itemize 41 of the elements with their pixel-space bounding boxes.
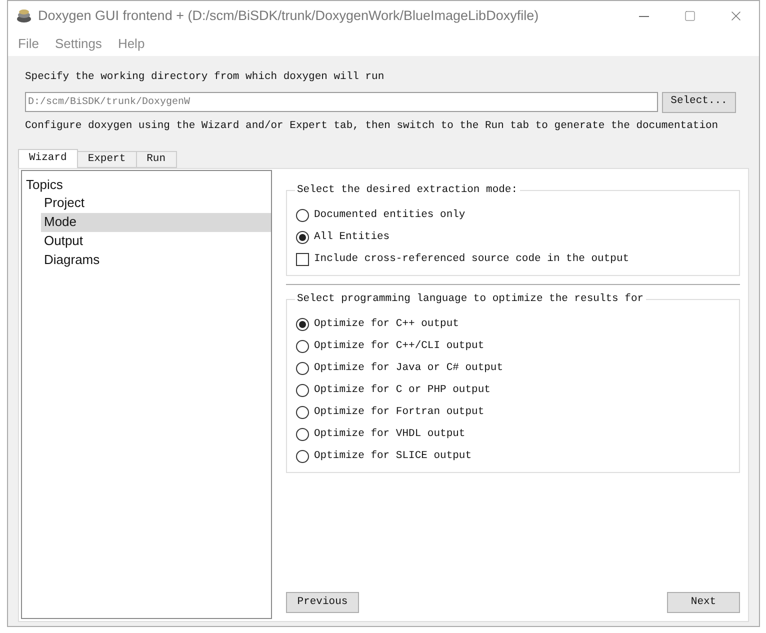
topic-item[interactable]: Output <box>41 232 271 250</box>
app-icon <box>16 8 32 24</box>
option-label: Optimize for C++ output <box>314 316 459 332</box>
radio-button[interactable] <box>296 384 309 397</box>
option-label: Include cross-referenced source code in the output <box>314 252 630 267</box>
option-label: Optimize for SLICE output <box>314 448 472 464</box>
option-label: All Entities <box>314 230 390 245</box>
topics-heading: Topics <box>25 176 64 194</box>
radio-button[interactable] <box>296 209 309 222</box>
previous-button[interactable]: Previous <box>286 592 359 613</box>
radio-button[interactable] <box>296 450 309 463</box>
tab[interactable]: Expert <box>78 150 137 168</box>
option-label: Optimize for C++/CLI output <box>314 338 484 354</box>
topic-item[interactable]: Project <box>41 194 271 212</box>
option-label: Optimize for VHDL output <box>314 426 466 442</box>
working-dir-field[interactable]: D:/scm/BiSDK/trunk/DoxygenW <box>25 92 658 112</box>
select-button[interactable]: Select... <box>662 92 736 113</box>
window-title: Doxygen GUI frontend + (D:/scm/BiSDK/trunk/DoxygenWork/BlueImageLibDoxyfile) <box>38 6 539 25</box>
option-label: Optimize for Fortran output <box>314 404 484 420</box>
option-label: Optimize for Java or C# output <box>314 360 504 376</box>
option-label: Optimize for C or PHP output <box>314 382 490 398</box>
maximize-icon <box>684 10 696 22</box>
tab[interactable]: Wizard <box>18 148 78 168</box>
menu-item[interactable]: Help <box>110 34 153 54</box>
radio-button[interactable] <box>296 340 309 353</box>
radio-button[interactable] <box>296 231 309 244</box>
radio-button[interactable] <box>296 406 309 419</box>
topic-item[interactable]: Diagrams <box>41 250 271 270</box>
menu-item[interactable]: Settings <box>46 34 110 54</box>
topic-item[interactable]: Mode <box>41 212 271 232</box>
radio-button[interactable] <box>296 428 309 441</box>
radio-button[interactable] <box>296 318 309 331</box>
next-button[interactable]: Next <box>667 592 740 613</box>
menu-item[interactable]: File <box>10 34 47 54</box>
option-label: Documented entities only <box>314 208 466 223</box>
checkbox[interactable] <box>296 253 309 266</box>
group-title: Select programming language to optimize the results for <box>295 292 646 306</box>
hint-text: Configure doxygen using the Wizard and/or Expert tab, then switch to the Run tab to generate the documentation <box>25 118 720 134</box>
radio-button[interactable] <box>296 362 309 375</box>
tab[interactable]: Run <box>136 150 177 168</box>
working-dir-label: Specify the working directory from which doxygen will run <box>25 70 386 85</box>
